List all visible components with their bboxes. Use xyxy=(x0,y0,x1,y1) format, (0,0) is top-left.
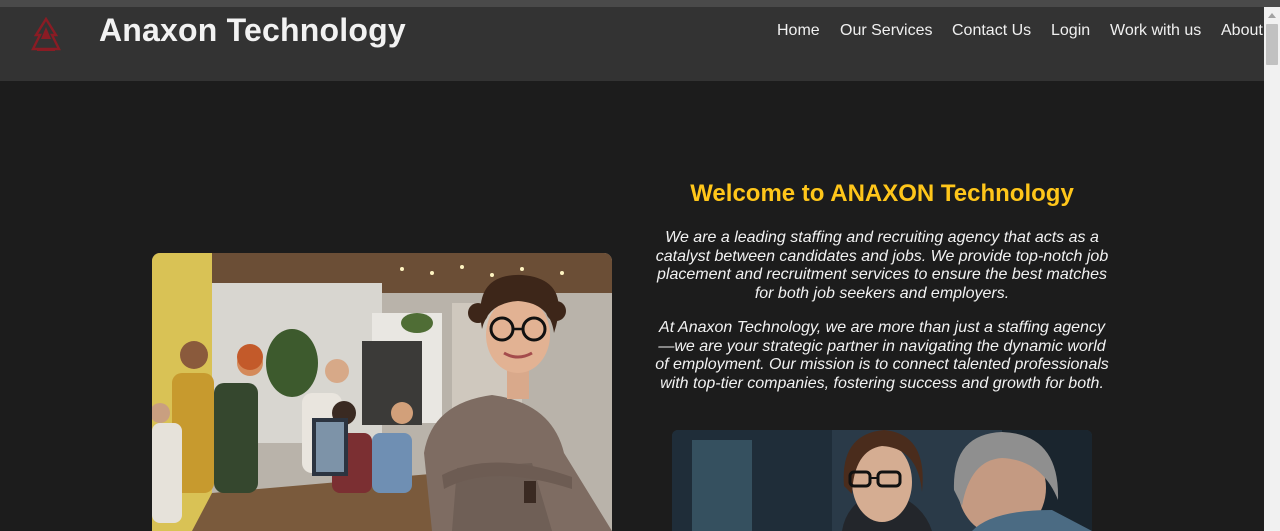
nav-about[interactable]: About xyxy=(1221,22,1263,40)
brand-name[interactable]: Anaxon Technology xyxy=(99,12,406,49)
mission-paragraph: At Anaxon Technology, we are more than j… xyxy=(655,319,1109,392)
nav-our-services[interactable]: Our Services xyxy=(840,22,932,40)
nav-home[interactable]: Home xyxy=(777,22,820,40)
office-team-photo xyxy=(152,253,612,531)
nav-work-with-us[interactable]: Work with us xyxy=(1110,22,1201,40)
intro-paragraph: We are a leading staffing and recruiting… xyxy=(655,229,1109,302)
browser-top-line xyxy=(0,0,1280,7)
scroll-up-arrow-icon[interactable] xyxy=(1264,7,1280,23)
vertical-scrollbar[interactable] xyxy=(1264,7,1280,531)
site-header: Anaxon Technology Home Our Services Cont… xyxy=(0,7,1264,81)
meeting-photo xyxy=(672,430,1092,531)
nav-contact-us[interactable]: Contact Us xyxy=(952,22,1031,40)
welcome-title: Welcome to ANAXON Technology xyxy=(690,180,1074,207)
anaxon-logo-icon[interactable] xyxy=(26,15,66,55)
scrollbar-thumb[interactable] xyxy=(1266,24,1278,65)
nav-login[interactable]: Login xyxy=(1051,22,1090,40)
